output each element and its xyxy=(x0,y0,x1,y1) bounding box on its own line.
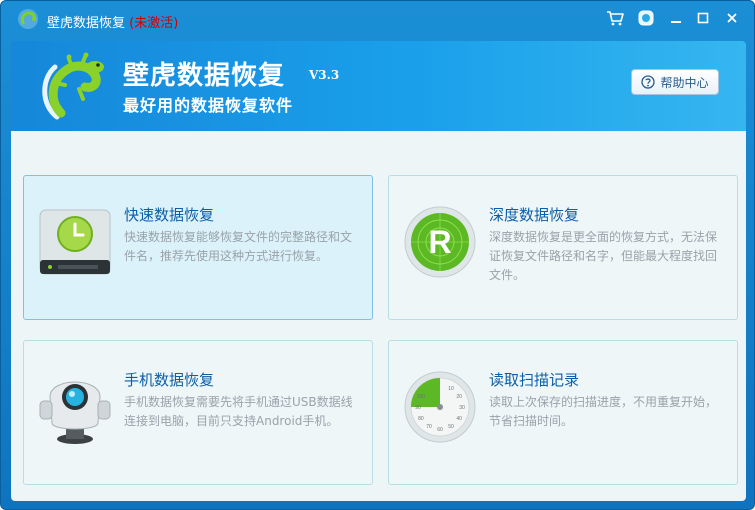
dial-tick-label: 30 xyxy=(459,405,465,411)
deep-recovery-title: 深度数据恢复 xyxy=(489,206,580,224)
phone-recovery-title: 手机数据恢复 xyxy=(124,371,215,389)
close-icon xyxy=(727,13,737,23)
dial-tick-label: 80 xyxy=(418,416,424,422)
svg-text:R: R xyxy=(428,224,451,260)
window-title-name: 壁虎数据恢复 xyxy=(47,16,126,31)
cart-button[interactable] xyxy=(604,7,626,29)
dial-tick-label: 50 xyxy=(448,424,454,430)
skin-button[interactable] xyxy=(635,7,657,29)
app-slogan: 最好用的数据恢复软件 xyxy=(123,96,294,115)
app-header: 壁虎数据恢复 V3.3 最好用的数据恢复软件 帮助中心 xyxy=(11,41,746,131)
quick-recovery-desc: 快速数据恢复能够恢复文件的完整路径和文件名，推荐先使用这种方式进行恢复。 xyxy=(124,230,353,263)
deep-recovery-desc: 深度数据恢复是更全面的恢复方式，无法保证恢复文件路径和名字，但能最大程度找回文件… xyxy=(489,230,718,282)
app-version: V3.3 xyxy=(309,68,340,82)
dial-tick-label: 60 xyxy=(437,427,443,433)
quick-recovery-card[interactable]: 快速数据恢复 快速数据恢复能够恢复文件的完整路径和文件名，推荐先使用这种方式进行… xyxy=(23,175,373,320)
help-icon xyxy=(641,75,656,89)
radar-r-icon: R xyxy=(404,206,476,278)
minimize-icon xyxy=(671,21,681,23)
help-center-button[interactable]: 帮助中心 xyxy=(631,69,719,95)
help-center-label: 帮助中心 xyxy=(660,75,709,90)
robot-icon xyxy=(39,381,111,444)
skin-icon xyxy=(638,10,654,26)
activation-status: (未激活) xyxy=(129,16,179,31)
quick-recovery-title: 快速数据恢复 xyxy=(124,206,215,224)
scan-record-card[interactable]: 10 20 30 40 50 60 70 80 90 100 读取扫描记录 读取上次保存的扫描进度… xyxy=(388,340,738,485)
close-button[interactable] xyxy=(721,7,743,29)
dial-tick-label: 40 xyxy=(456,416,462,422)
main-content: 快速数据恢复 快速数据恢复能够恢复文件的完整路径和文件名，推荐先使用这种方式进行… xyxy=(11,131,746,501)
minimize-button[interactable] xyxy=(665,7,687,29)
app-name: 壁虎数据恢复 xyxy=(123,61,286,91)
dial-tick-label: 100 xyxy=(417,394,426,400)
gecko-logo-icon xyxy=(42,52,104,120)
progress-dial-icon: 1020 30 4050 60 7080 90 100 xyxy=(404,371,476,443)
phone-recovery-desc: 手机数据恢复需要先将手机通过USB数据线连接到电脑，目前只支持Android手机… xyxy=(124,395,353,428)
app-window: 壁虎数据恢复 (未激活) 壁虎数据恢复 V3.3 最好用的数据恢复软件 帮助中心… xyxy=(0,0,755,510)
gecko-logo-icon xyxy=(18,9,38,29)
maximize-icon xyxy=(697,12,709,24)
deep-recovery-card[interactable]: R 深度数据恢复 深度数据恢复是更全面的恢复方式，无法保证恢复文件路径和名字，但… xyxy=(388,175,738,320)
title-bar[interactable]: 壁虎数据恢复 (未激活) xyxy=(1,1,754,37)
drive-clock-icon xyxy=(39,209,111,275)
scan-record-desc: 读取上次保存的扫描进度，不用重复开始，节省扫描时间。 xyxy=(489,395,718,428)
dial-tick-label: 90 xyxy=(415,405,421,411)
phone-recovery-card[interactable]: 手机数据恢复 手机数据恢复需要先将手机通过USB数据线连接到电脑，目前只支持An… xyxy=(23,340,373,485)
dial-tick-label: 20 xyxy=(456,394,462,400)
dial-tick-label: 10 xyxy=(448,386,454,392)
scan-record-title: 读取扫描记录 xyxy=(489,371,580,389)
maximize-button[interactable] xyxy=(692,7,714,29)
cart-icon xyxy=(607,11,624,26)
window-title: 壁虎数据恢复 (未激活) xyxy=(47,12,178,31)
dial-tick-label: 70 xyxy=(426,424,432,430)
